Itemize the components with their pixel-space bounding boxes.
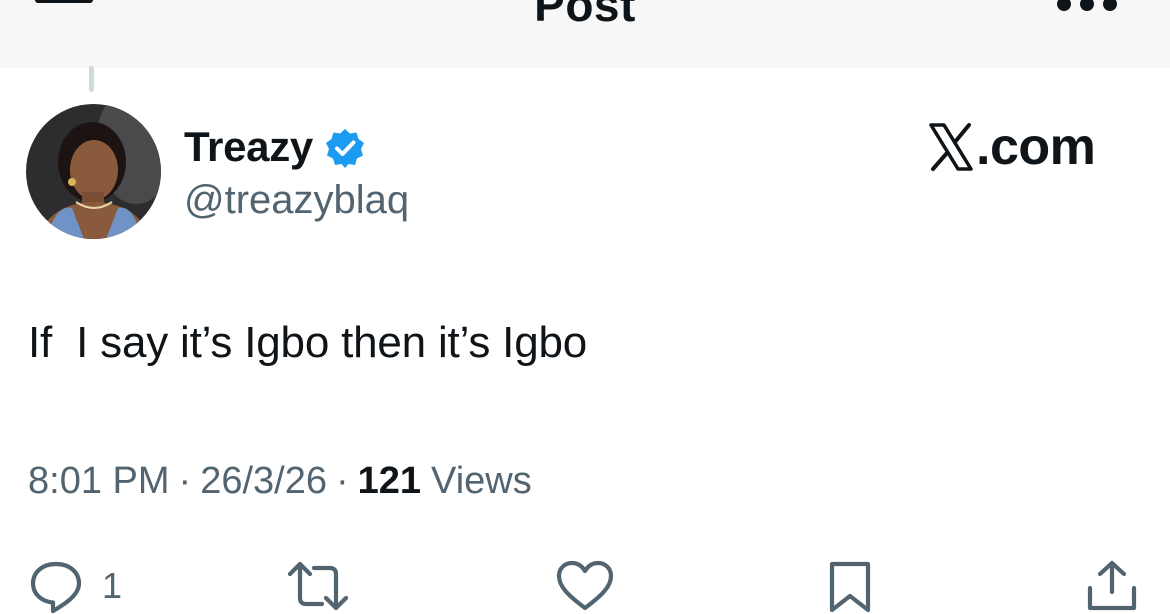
tweet-meta: 8:01 PM · 26/3/26 · 121 Views bbox=[28, 460, 532, 503]
tweet-time[interactable]: 8:01 PM bbox=[28, 460, 170, 503]
bookmark-icon bbox=[829, 561, 871, 613]
page-title: Post bbox=[534, 0, 636, 31]
like-button[interactable] bbox=[555, 558, 615, 614]
reply-count: 1 bbox=[102, 565, 123, 606]
views-count[interactable]: 121 bbox=[358, 460, 421, 503]
author-handle[interactable]: @treazyblaq bbox=[184, 178, 409, 223]
tweet-date[interactable]: 26/3/26 bbox=[200, 460, 327, 503]
repost-icon bbox=[287, 561, 349, 611]
verified-badge-icon bbox=[325, 129, 364, 168]
heart-icon bbox=[556, 560, 614, 611]
meta-separator: · bbox=[178, 460, 192, 502]
share-icon bbox=[1087, 560, 1137, 611]
author-name-row[interactable]: Treazy bbox=[184, 120, 365, 174]
repost-button[interactable] bbox=[286, 558, 350, 614]
x-com-watermark: .com bbox=[928, 116, 1096, 178]
display-name: Treazy bbox=[184, 123, 313, 170]
brand-domain: .com bbox=[976, 118, 1096, 176]
tweet-text: If I say it’s Igbo then it’s Igbo bbox=[28, 318, 588, 367]
views-label: Views bbox=[431, 460, 532, 502]
top-bar: Post bbox=[0, 0, 1170, 68]
share-button[interactable] bbox=[1084, 558, 1140, 614]
avatar[interactable] bbox=[26, 104, 161, 239]
x-logo-icon bbox=[929, 123, 973, 171]
meta-separator: · bbox=[335, 460, 349, 502]
more-options-icon[interactable] bbox=[1054, 0, 1120, 12]
reply-button[interactable]: 1 bbox=[28, 558, 122, 614]
bookmark-button[interactable] bbox=[822, 558, 878, 614]
thread-connector-line bbox=[89, 66, 94, 92]
action-bar: 1 bbox=[0, 548, 1170, 614]
reply-icon bbox=[30, 561, 82, 614]
